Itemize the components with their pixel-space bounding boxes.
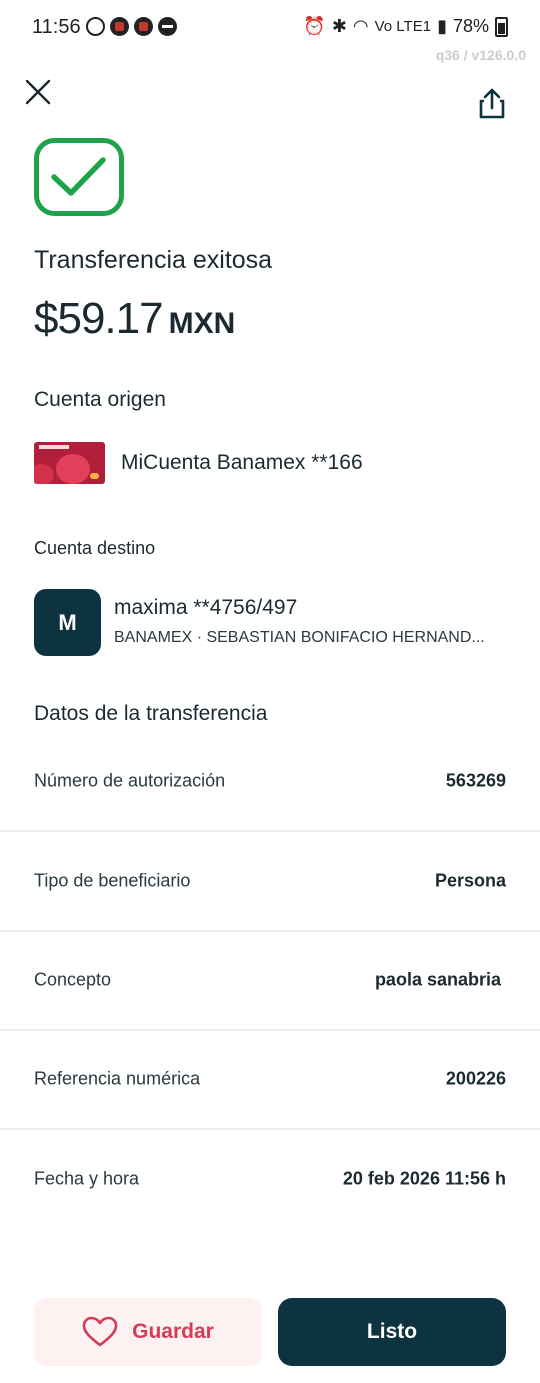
destination-detail: BANAMEX · SEBASTIAN BONIFACIO HERNAND...: [114, 629, 485, 646]
alarm-icon: ⏰: [303, 16, 326, 36]
detail-label: Fecha y hora: [34, 1168, 140, 1188]
network-label: Vo LTE1: [374, 18, 432, 35]
save-label: Guardar: [132, 1320, 214, 1343]
detail-value: 20 feb 2026 11:56 h: [342, 1168, 506, 1188]
system-icons: ⏰ ✱ ◠ Vo LTE1 ▮ 78%: [303, 16, 508, 37]
transfer-status-title: Transferencia exitosa: [34, 246, 273, 274]
wifi-icon: ◠: [352, 16, 369, 36]
origin-heading: Cuenta origen: [34, 388, 166, 411]
detail-label: Tipo de beneficiario: [34, 870, 191, 890]
share-button[interactable]: [474, 86, 510, 122]
app-notification-icon: [134, 17, 153, 36]
battery-icon: [495, 16, 508, 37]
close-icon: [25, 79, 51, 105]
detail-label: Concepto: [34, 969, 112, 989]
destination-name: maxima **4756/497: [114, 596, 298, 619]
detail-row-beneficiary-type: Tipo de beneficiario Persona: [0, 831, 540, 932]
save-button[interactable]: Guardar: [34, 1298, 262, 1366]
close-button[interactable]: [22, 76, 54, 108]
signal-icon: ▮: [437, 16, 447, 36]
detail-value: Persona: [434, 870, 506, 890]
origin-account: MiCuenta Banamex **166: [121, 451, 363, 474]
amount-currency: MXN: [168, 307, 236, 340]
done-button[interactable]: Listo: [278, 1298, 506, 1366]
heart-icon: [82, 1316, 118, 1347]
battery-percent: 78%: [452, 16, 489, 36]
status-time: 11:56: [32, 16, 81, 38]
detail-value: 200226: [445, 1068, 506, 1088]
detail-value: 563269: [445, 770, 506, 790]
details-heading: Datos de la transferencia: [34, 702, 268, 725]
detail-row-datetime: Fecha y hora 20 feb 2026 11:56 h: [0, 1129, 540, 1228]
detail-row-authorization: Número de autorización 563269: [0, 731, 540, 832]
card-thumbnail: [34, 442, 105, 484]
whatsapp-icon: [86, 17, 105, 36]
detail-value: paola sanabria: [374, 969, 501, 989]
detail-label: Referencia numérica: [34, 1068, 201, 1088]
detail-row-concept: Concepto paola sanabria: [0, 930, 540, 1031]
amount-value: $59.17: [34, 294, 164, 343]
notification-icons: [86, 17, 177, 36]
success-check-icon: [34, 138, 124, 216]
app-notification-icon: [110, 17, 129, 36]
bluetooth-icon: ✱: [331, 16, 347, 36]
transfer-amount: $59.17 MXN: [34, 294, 235, 344]
do-not-disturb-icon: [158, 17, 177, 36]
version-label: q36 / v126.0.0: [435, 47, 526, 63]
avatar: M: [34, 589, 101, 656]
share-icon: [479, 88, 505, 119]
detail-row-reference: Referencia numérica 200226: [0, 1029, 540, 1130]
destination-heading: Cuenta destino: [34, 538, 156, 558]
detail-label: Número de autorización: [34, 770, 226, 790]
